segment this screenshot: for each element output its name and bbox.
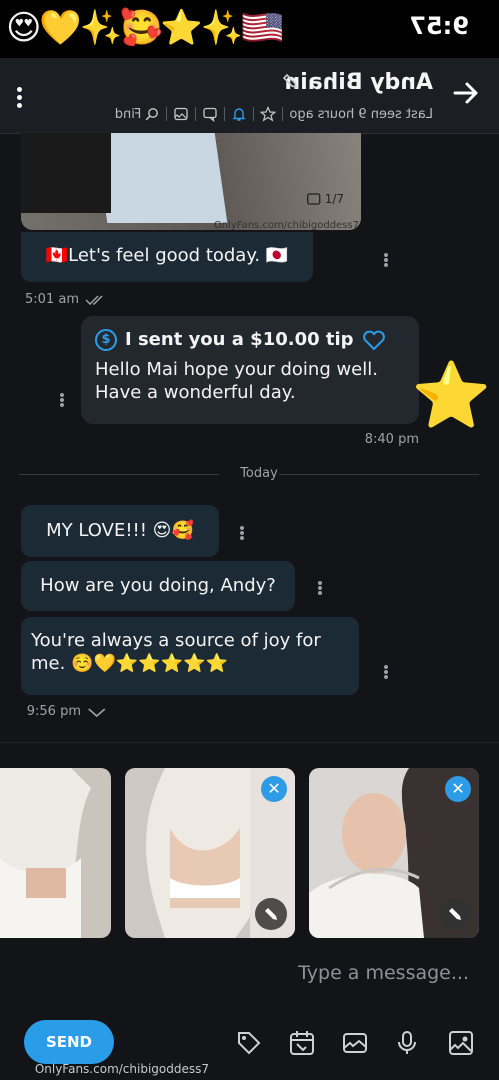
date-divider-label: Today: [240, 466, 278, 481]
attachment-image: [0, 768, 111, 938]
attachment-thumbnail[interactable]: [0, 768, 111, 938]
message-bubble-incoming[interactable]: MY LOVE!!! 😍🥰: [21, 505, 219, 557]
photo-count: 1/7: [307, 192, 344, 206]
send-button[interactable]: SEND: [24, 1020, 114, 1064]
heart-icon[interactable]: [362, 329, 386, 351]
contact-name[interactable]: Andy Bihain: [285, 70, 433, 95]
edit-icon[interactable]: [255, 898, 287, 930]
divider: [195, 107, 197, 121]
photo-message[interactable]: [21, 133, 361, 230]
message-text: 🇨🇦Let's feel good today. 🇯🇵: [45, 245, 289, 266]
image-upload-icon[interactable]: [447, 1029, 475, 1057]
message-bubble-incoming[interactable]: How are you doing, Andy?: [21, 561, 295, 611]
tip-title: I sent you a $10.00 tip: [125, 329, 354, 350]
double-check-icon: [85, 294, 103, 305]
message-text: You're always a source of joy for me. ☺️…: [31, 630, 321, 674]
send-label: SEND: [45, 1033, 93, 1051]
message-menu-icon[interactable]: [59, 392, 65, 410]
message-timestamp: 9:56 pm: [27, 704, 107, 719]
tip-body: Hello Mai hope your doing well. Have a w…: [95, 359, 378, 403]
tip-header: $ I sent you a $10.00 tip: [95, 328, 386, 351]
divider: [224, 107, 226, 121]
star-sticker: ⭐: [411, 359, 491, 433]
mirrored-screen: 9:57 🇺🇸✨⭐🥰✨💛😍 Andy Bihain Last seen 9 ho…: [0, 0, 499, 1080]
photo-watermark: OnlyFans.com/chibigoddess7: [213, 220, 359, 231]
message-menu-icon[interactable]: [317, 580, 323, 598]
chat-header: Andy Bihain Last seen 9 hours ago Find: [0, 58, 499, 134]
message-timestamp: 8:40 pm: [365, 432, 419, 447]
dollar-icon: $: [95, 328, 117, 351]
star-icon[interactable]: [260, 106, 277, 122]
message-timestamp: 5:01 am: [25, 292, 107, 307]
attachment-thumbnail[interactable]: ✕: [125, 768, 295, 938]
last-seen: Last seen 9 hours ago: [289, 106, 433, 122]
status-emoji-strip: 🇺🇸✨⭐🥰✨💛😍: [8, 8, 284, 48]
close-icon[interactable]: ✕: [261, 776, 287, 802]
timestamp-label: 8:40 pm: [364, 432, 419, 447]
message-menu-icon[interactable]: [383, 664, 389, 682]
image-icon[interactable]: [173, 106, 189, 122]
header-meta-row: Last seen 9 hours ago Find: [115, 104, 433, 124]
status-time: 9:57: [409, 12, 469, 40]
divider: [166, 107, 168, 121]
price-tag-icon[interactable]: [235, 1029, 263, 1057]
back-arrow-icon[interactable]: [451, 78, 481, 108]
timestamp-label: 5:01 am: [25, 292, 79, 307]
pencil-icon[interactable]: [281, 72, 299, 90]
image-icon: [307, 193, 321, 205]
attachment-thumbnail[interactable]: ✕: [309, 768, 479, 938]
microphone-icon[interactable]: [393, 1029, 421, 1057]
chat-icon[interactable]: [202, 106, 218, 122]
message-input[interactable]: Type a message...: [19, 962, 469, 998]
message-text: How are you doing, Andy?: [40, 575, 276, 596]
tip-content: $ I sent you a $10.00 tip Hello Mai hope…: [81, 316, 419, 424]
edit-icon[interactable]: [439, 898, 471, 930]
bell-icon[interactable]: [231, 106, 247, 122]
message-menu-icon[interactable]: [383, 252, 389, 270]
date-divider-line: [19, 474, 219, 475]
chevron-down-icon[interactable]: [87, 706, 107, 718]
find-label[interactable]: Find: [115, 107, 142, 122]
status-bar: 9:57 🇺🇸✨⭐🥰✨💛😍: [0, 0, 499, 58]
message-text: MY LOVE!!! 😍🥰: [46, 520, 194, 541]
photo-dark-area: [21, 133, 111, 213]
message-menu-icon[interactable]: [239, 525, 245, 543]
search-icon[interactable]: [144, 106, 160, 122]
date-divider-line: [279, 474, 479, 475]
divider: [253, 107, 255, 121]
gallery-icon[interactable]: [341, 1029, 369, 1057]
divider: [282, 107, 284, 121]
photo-count-label: 1/7: [324, 192, 344, 206]
tip-message[interactable]: $ I sent you a $10.00 tip Hello Mai hope…: [81, 316, 419, 424]
kebab-icon[interactable]: [10, 84, 30, 110]
message-bubble-incoming[interactable]: 🇨🇦Let's feel good today. 🇯🇵: [21, 232, 313, 282]
message-bubble-incoming[interactable]: You're always a source of joy for me. ☺️…: [21, 617, 359, 695]
photo-sign: [94, 133, 228, 223]
footer-watermark: OnlyFans.com/chibigoddess7: [34, 1062, 209, 1076]
close-icon[interactable]: ✕: [445, 776, 471, 802]
calendar-icon[interactable]: [288, 1029, 316, 1057]
timestamp-label: 9:56 pm: [26, 704, 81, 719]
